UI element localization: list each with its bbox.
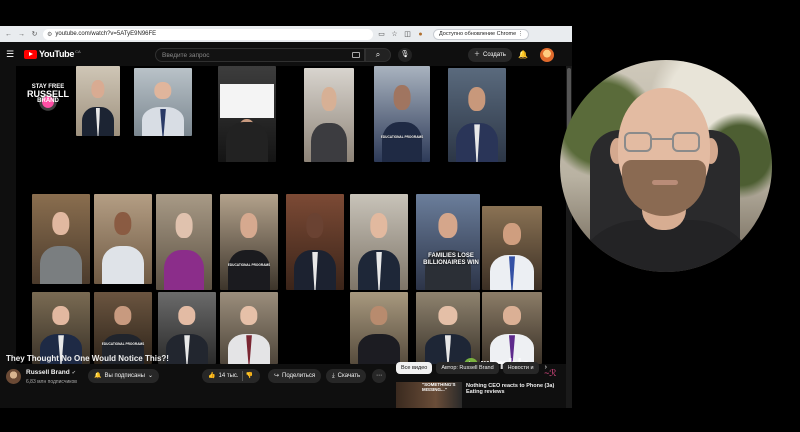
search-placeholder: Введите запрос bbox=[162, 51, 210, 59]
download-label: Скачать bbox=[337, 373, 361, 379]
video-tile-senator bbox=[94, 194, 152, 284]
video-tile-senator bbox=[350, 292, 408, 364]
back-icon[interactable]: ← bbox=[4, 30, 13, 39]
chip-news[interactable]: Новости и bbox=[502, 362, 539, 374]
like-dislike-group: 👍 14 тыс. 👎 bbox=[202, 369, 260, 383]
thumbs-down-icon[interactable]: 👎 bbox=[246, 369, 253, 383]
search-input[interactable]: Введите запрос bbox=[155, 48, 365, 62]
create-button[interactable]: ＋ Создать bbox=[468, 48, 512, 62]
like-divider bbox=[241, 371, 243, 381]
thumbs-up-icon[interactable]: 👍 bbox=[208, 369, 215, 383]
site-info-icon[interactable]: ⚙ bbox=[47, 31, 52, 38]
verified-check-icon: ✔ bbox=[71, 370, 76, 376]
browser-toolbar: ← → ↻ ⚙ youtube.com/watch?v=5ATyE9N96FE … bbox=[0, 26, 572, 42]
subscriber-count: 6,83 млн подписчиков bbox=[26, 379, 77, 385]
families-lose-caption: FAMILIES LOSE BILLIONAIRES WIN bbox=[423, 253, 479, 266]
video-tile-senator bbox=[304, 68, 354, 162]
forward-icon[interactable]: → bbox=[17, 30, 26, 39]
chevron-down-icon: ⌄ bbox=[147, 373, 154, 379]
subscribed-button[interactable]: 🔔 Вы подписаны ⌄ bbox=[88, 369, 160, 383]
hamburger-menu-icon[interactable]: ☰ bbox=[6, 49, 16, 59]
glasses-bridge bbox=[652, 138, 672, 140]
video-title: They Thought No One Would Notice This?! bbox=[6, 354, 169, 363]
youtube-header: ☰ YouTube CA Введите запрос ⌕ 🎙 ＋ Создат… bbox=[0, 42, 572, 66]
glasses-lens bbox=[624, 132, 652, 152]
video-tile-senator bbox=[448, 68, 506, 162]
video-tile-senator: EDUCATIONAL PROGRAMS bbox=[374, 66, 430, 162]
subscribed-label: Вы подписаны bbox=[104, 373, 145, 379]
address-url: youtube.com/watch?v=5ATyE9N96FE bbox=[55, 31, 157, 37]
stay-free-logo: STAY FREE RUSSELL BRAND bbox=[26, 76, 70, 136]
video-tile-senator bbox=[134, 68, 192, 136]
recommendation-thumbnail[interactable]: "SOMETHING'S MISSING..." bbox=[396, 382, 462, 408]
chip-all-videos[interactable]: Все видео bbox=[396, 362, 433, 374]
bookmark-star-icon[interactable]: ☆ bbox=[390, 30, 399, 39]
share-button[interactable]: ↪ Поделиться bbox=[268, 369, 322, 383]
tile-caption: EDUCATIONAL PROGRAMS bbox=[227, 262, 271, 267]
youtube-play-icon bbox=[24, 49, 37, 59]
video-tile-senator bbox=[32, 194, 90, 284]
video-tile-senator bbox=[156, 194, 212, 290]
more-actions-button[interactable]: ⋯ bbox=[372, 369, 386, 383]
video-tile-senator bbox=[218, 66, 276, 162]
video-tile-senator bbox=[220, 292, 278, 364]
profile-icon[interactable]: ● bbox=[416, 30, 425, 39]
webcam-overlay bbox=[560, 60, 772, 272]
webcam-mouth bbox=[652, 180, 678, 185]
create-label: Создать bbox=[483, 52, 506, 58]
channel-avatar[interactable] bbox=[6, 369, 21, 384]
recommendation-filter-chips: Все видео Автор: Russell Brand Новости и… bbox=[396, 362, 547, 374]
chip-author[interactable]: Автор: Russell Brand bbox=[436, 362, 499, 374]
logo-line-3: BRAND bbox=[37, 98, 59, 104]
browser-window: ← → ↻ ⚙ youtube.com/watch?v=5ATyE9N96FE … bbox=[0, 26, 572, 408]
download-button[interactable]: ⤓ Скачать bbox=[326, 369, 367, 383]
channel-name-link[interactable]: Russell Brand ✔ bbox=[26, 369, 76, 376]
address-bar[interactable]: ⚙ youtube.com/watch?v=5ATyE9N96FE bbox=[43, 28, 373, 40]
region-code: CA bbox=[75, 48, 81, 54]
keyboard-icon[interactable] bbox=[352, 52, 360, 58]
bell-icon: 🔔 bbox=[94, 373, 102, 379]
share-icon: ↪ bbox=[274, 373, 280, 379]
search-button[interactable]: ⌕ bbox=[365, 48, 391, 62]
reload-icon[interactable]: ↻ bbox=[30, 30, 39, 39]
chrome-update-label: Доступно обновление Chrome bbox=[439, 30, 517, 37]
more-horizontal-icon: ⋯ bbox=[376, 373, 382, 379]
thumbnail-text: "SOMETHING'S MISSING..." bbox=[422, 382, 456, 392]
tile-caption: EDUCATIONAL PROGRAMS bbox=[380, 134, 424, 139]
tile-caption: EDUCATIONAL PROGRAMS bbox=[101, 342, 145, 347]
video-tile-senator bbox=[416, 194, 480, 290]
search-icon: ⌕ bbox=[375, 50, 381, 59]
extension-icon[interactable]: ◫ bbox=[403, 30, 412, 39]
video-tile-senator bbox=[286, 194, 344, 290]
notifications-bell-icon[interactable]: 🔔 bbox=[518, 50, 528, 59]
install-app-icon[interactable]: ▭ bbox=[377, 30, 386, 39]
video-tile-senator bbox=[482, 292, 542, 364]
share-label: Поделиться bbox=[282, 373, 316, 379]
logo-line-2: RUSSELL bbox=[26, 89, 69, 99]
video-tile-senator: EDUCATIONAL PROGRAMS bbox=[220, 194, 278, 290]
chrome-update-button[interactable]: Доступно обновление Chrome ⋮ bbox=[433, 28, 530, 40]
account-avatar[interactable] bbox=[540, 48, 554, 62]
glasses-lens bbox=[672, 132, 700, 152]
video-tile-senator bbox=[482, 206, 542, 290]
video-player[interactable]: STAY FREE RUSSELL BRAND EDUCATIONAL PROG… bbox=[16, 66, 566, 378]
youtube-logo-text: YouTube bbox=[39, 49, 75, 59]
voice-search-button[interactable]: 🎙 bbox=[398, 48, 412, 62]
video-tile-senator bbox=[350, 194, 408, 290]
recommendation-title[interactable]: Nothing CEO reacts to Phone (3a) Eating … bbox=[466, 383, 556, 395]
plus-icon: ＋ bbox=[474, 52, 481, 58]
chevron-right-icon[interactable]: › bbox=[545, 362, 547, 374]
menu-icon: ⋮ bbox=[517, 30, 524, 37]
microphone-icon: 🎙 bbox=[400, 51, 410, 58]
youtube-logo[interactable]: YouTube CA bbox=[24, 49, 81, 59]
video-tile-senator bbox=[416, 292, 480, 364]
channel-name-text: Russell Brand bbox=[26, 369, 70, 376]
video-tile-senator bbox=[76, 66, 120, 136]
screenshot-overlay bbox=[220, 84, 274, 118]
like-count[interactable]: 14 тыс. bbox=[218, 369, 238, 383]
download-icon: ⤓ bbox=[332, 373, 335, 379]
